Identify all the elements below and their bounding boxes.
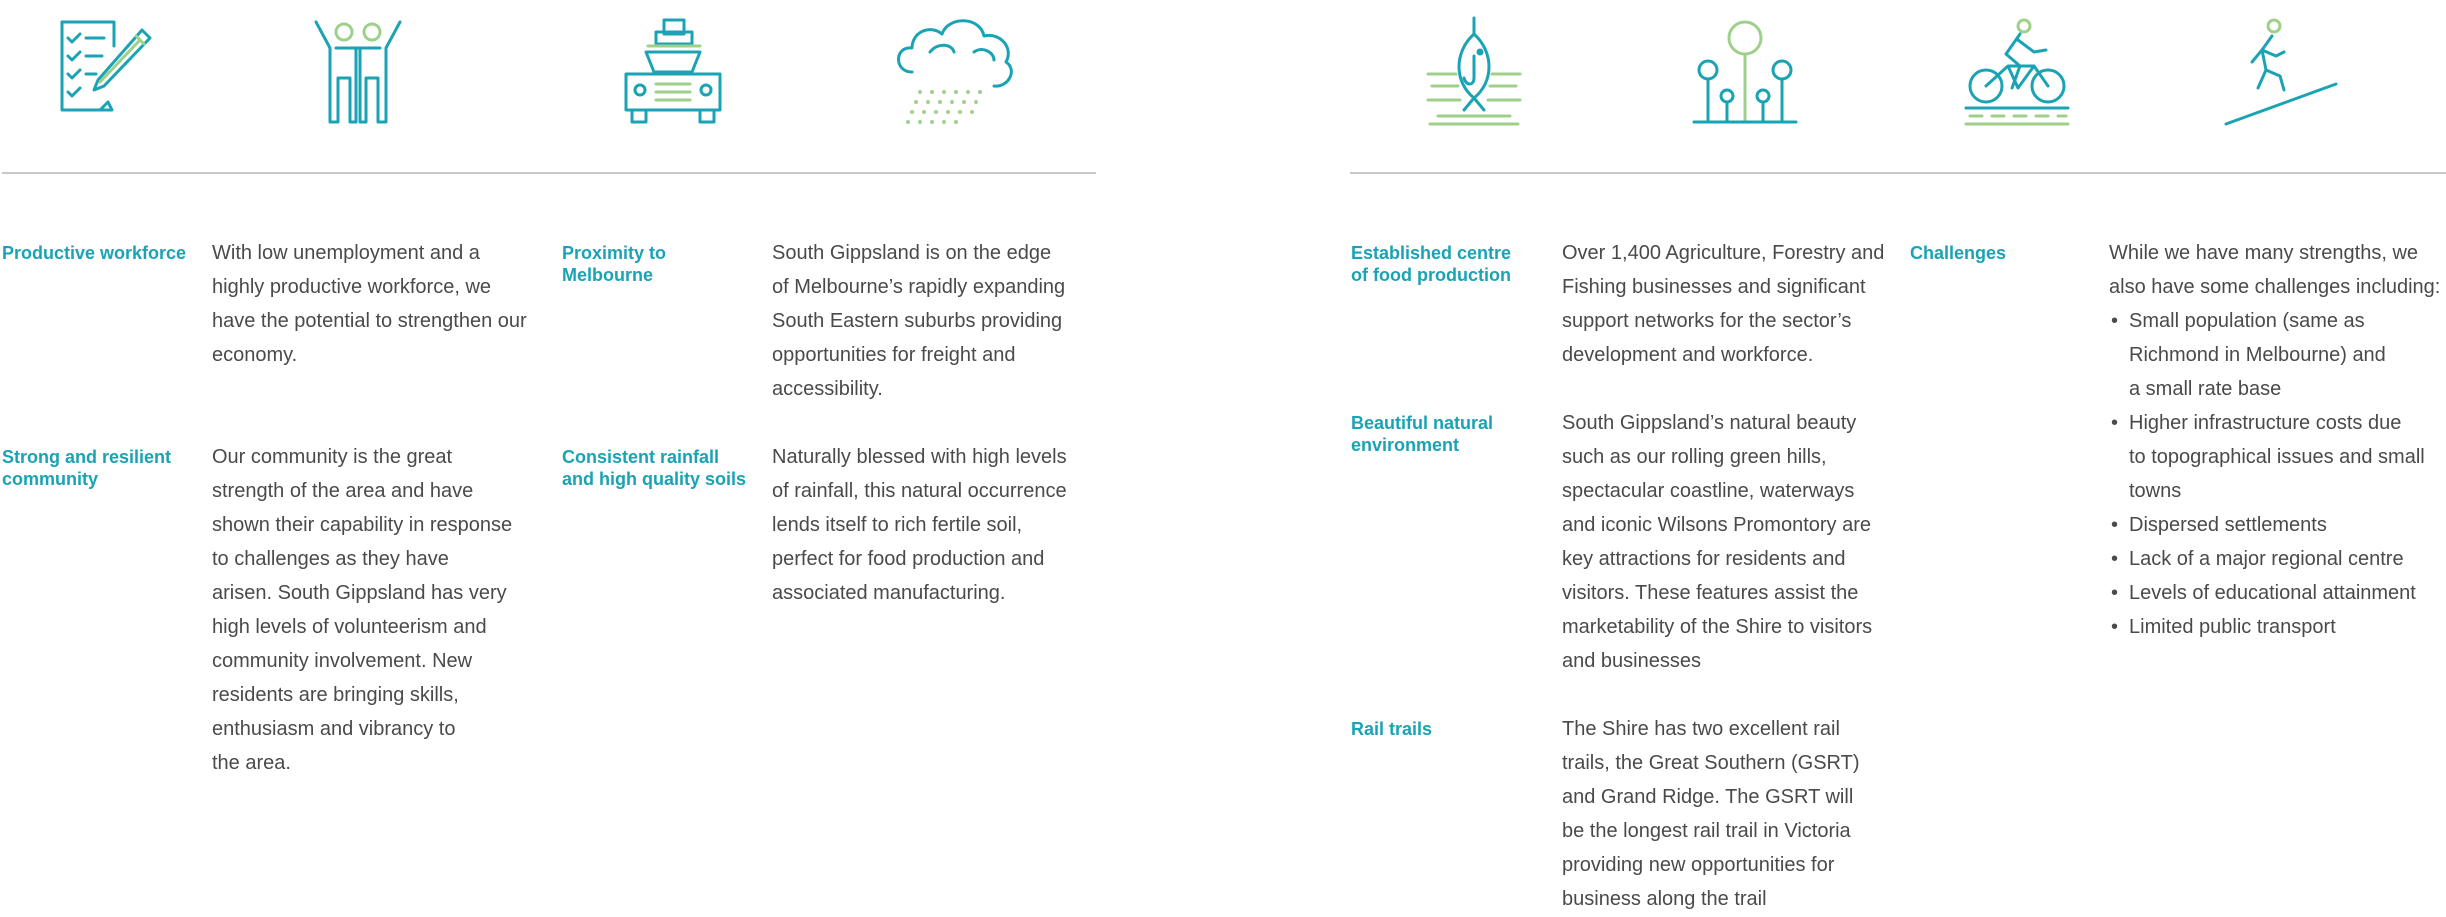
challenge-item: Dispersed settlements (2109, 508, 2444, 542)
left-divider-rule (2, 172, 1096, 174)
challenge-item: Lack of a major regional centre (2109, 542, 2444, 576)
label-food-production: Established centre of food production (1351, 243, 1512, 285)
rain-cloud-icon (890, 12, 1020, 127)
text-strong-resilient-community: Our community is the great strength of t… (212, 446, 513, 774)
right-divider-rule (1350, 172, 2446, 174)
checklist-pencil-icon (56, 18, 156, 118)
car-with-luggage-icon (618, 16, 728, 126)
fish-hook-icon (1424, 16, 1524, 128)
label-productive-workforce: Productive workforce (2, 243, 187, 263)
label-challenges: Challenges (1910, 243, 2007, 263)
challenge-item: Limited public transport (2109, 610, 2444, 644)
challenge-item: Higher infrastructure costs due to topog… (2109, 406, 2444, 508)
challenge-item: Small population (same as Richmond in Me… (2109, 304, 2444, 406)
text-rainfall-soils: Naturally blessed with high levels of ra… (772, 446, 1067, 604)
text-natural-environment: South Gippsland’s natural beauty such as… (1562, 412, 1873, 672)
challenge-item: Levels of educational attainment (2109, 576, 2444, 610)
label-natural-environment: Beautiful natural environment (1351, 413, 1494, 455)
text-proximity-to-melbourne: South Gippsland is on the edge of Melbou… (772, 242, 1066, 400)
text-productive-workforce: With low unemployment and a highly produ… (212, 242, 527, 366)
label-strong-resilient-community: Strong and resilient community (2, 447, 172, 489)
trees-icon (1690, 18, 1800, 128)
text-food-production: Over 1,400 Agriculture, Forestry and Fis… (1562, 242, 1885, 366)
label-rainfall-soils: Consistent rainfall and high quality soi… (562, 447, 747, 489)
label-proximity-to-melbourne: Proximity to Melbourne (562, 243, 667, 285)
person-walking-uphill-icon (2222, 18, 2342, 128)
challenges-list: Small population (same as Richmond in Me… (2109, 304, 2444, 644)
label-rail-trails: Rail trails (1351, 719, 1433, 739)
text-rail-trails: The Shire has two excellent rail trails,… (1562, 718, 1860, 910)
cyclist-icon (1962, 18, 2072, 128)
people-raising-hands-icon (308, 18, 408, 128)
challenges-block: While we have many strengths, we also ha… (2109, 236, 2444, 644)
challenges-intro: While we have many strengths, we also ha… (2109, 242, 2441, 298)
